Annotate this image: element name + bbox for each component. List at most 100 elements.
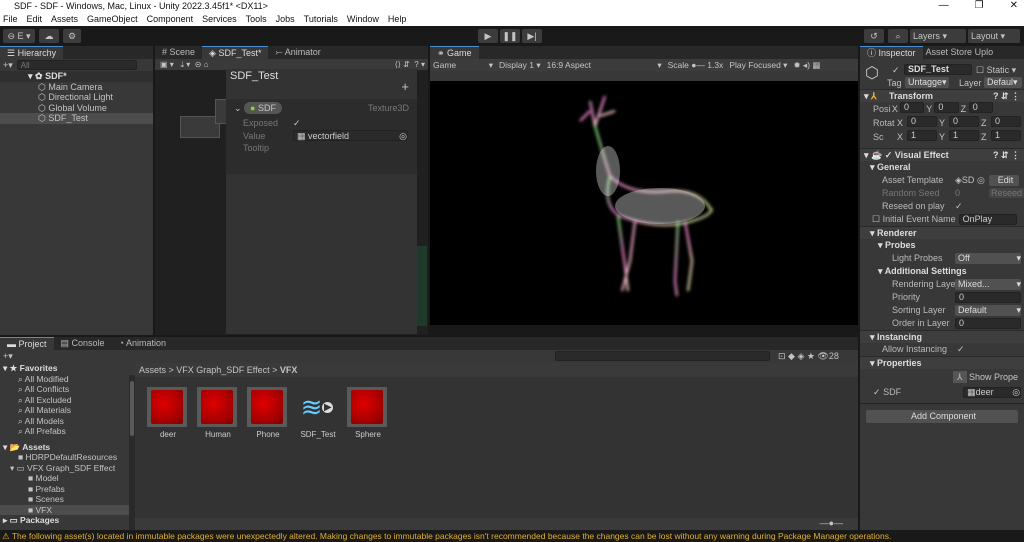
minimize-button[interactable]: —	[939, 0, 949, 12]
menu-services[interactable]: Services	[202, 12, 237, 26]
folder-item[interactable]: ■ Prefabs	[0, 484, 129, 495]
compile-icon[interactable]: ⤓ ▾	[180, 60, 190, 69]
hierarchy-item[interactable]: ⬡ Main Camera	[0, 82, 153, 93]
graph-node[interactable]	[180, 116, 220, 138]
layout-dropdown[interactable]: Layout ▾	[968, 29, 1020, 43]
reseed-button[interactable]: Reseed	[989, 188, 1024, 198]
tab-vfx-graph[interactable]: ◈ SDF_Test*	[202, 46, 268, 59]
scene-root[interactable]: ▾ ✿ SDF*	[0, 71, 153, 82]
sdf-property-field[interactable]: ▦deer◎	[963, 387, 1021, 398]
static-toggle[interactable]: ☐ Static ▾	[976, 65, 1016, 76]
menu-assets[interactable]: Assets	[51, 12, 78, 26]
history-icon[interactable]: ↺	[864, 29, 884, 43]
play-button[interactable]: ▶	[478, 29, 498, 43]
object-picker-icon[interactable]: ◎	[1012, 388, 1020, 397]
value-field[interactable]: ▦ vectorfield◎	[293, 130, 408, 141]
hierarchy-item[interactable]: ⬡ SDF_Test	[0, 113, 153, 124]
additional-settings-foldout[interactable]: ▾ Additional Settings	[860, 265, 1024, 278]
menu-component[interactable]: Component	[147, 12, 194, 26]
link-icon[interactable]: ⊝ ⌂	[195, 60, 209, 69]
properties-foldout[interactable]: ▾ Properties	[860, 356, 1024, 369]
menu-gameobject[interactable]: GameObject	[87, 12, 138, 26]
game-mode-dropdown[interactable]: Game ▾	[433, 59, 493, 71]
breadcrumb-item[interactable]: VFX	[280, 365, 298, 375]
transform-y-field[interactable]: 0	[934, 102, 958, 113]
asset-item[interactable]: Phone	[247, 387, 289, 439]
maximize-button[interactable]: ❐	[975, 0, 984, 12]
favorite-item[interactable]: ⌕ All Materials	[0, 405, 129, 416]
tab-game[interactable]: ⚭ Game	[430, 46, 479, 59]
folder-item[interactable]: ■ HDRPDefaultResources	[0, 452, 129, 463]
project-search-input[interactable]	[555, 351, 770, 361]
account-dropdown[interactable]: ⊖ E ▾	[3, 29, 35, 43]
save-icon[interactable]: ▣ ▾	[160, 60, 174, 69]
tab-asset-store[interactable]: Asset Store Uplo	[923, 46, 997, 59]
transform-x-field[interactable]: 0	[907, 116, 937, 127]
filter-icons[interactable]: ⊡ ◆ ◈ ★ 👁28	[778, 350, 839, 362]
eye-icon[interactable]: 👁	[817, 351, 828, 361]
light-probes-dropdown[interactable]: Off▾	[955, 253, 1021, 264]
sorting-layer-dropdown[interactable]: Default▾	[955, 305, 1021, 316]
layers-dropdown[interactable]: Layers ▾	[910, 29, 966, 43]
search-icon[interactable]: ⌕	[888, 29, 908, 43]
allow-instancing-checkbox[interactable]: ✓	[957, 344, 965, 354]
transform-z-field[interactable]: 0	[969, 102, 993, 113]
folder-item[interactable]: ▾ ▭ VFX Graph_SDF Effect	[0, 463, 129, 474]
general-foldout[interactable]: ▾ General	[860, 161, 1024, 174]
tag-dropdown[interactable]: Untagge▾	[905, 77, 949, 88]
assets-foldout[interactable]: ▾ 📂 Assets	[0, 442, 129, 453]
favorite-item[interactable]: ⌕ All Modified	[0, 374, 129, 385]
initial-event-field[interactable]: OnPlay	[959, 214, 1017, 225]
tab-hierarchy[interactable]: ☰ Hierarchy	[0, 46, 63, 59]
display-dropdown[interactable]: Display 1 ▾	[499, 59, 541, 71]
edit-button[interactable]: Edit	[989, 175, 1019, 186]
random-seed-field[interactable]: 0	[955, 187, 989, 200]
collab-icon[interactable]: ⚙	[63, 29, 81, 43]
menu-jobs[interactable]: Jobs	[276, 12, 295, 26]
icon-size-slider[interactable]: —●—	[820, 518, 843, 528]
tab-animator[interactable]: ⤚ Animator	[268, 46, 327, 59]
aspect-dropdown[interactable]: 16:9 Aspect▾	[547, 59, 662, 71]
play-focused-dropdown[interactable]: Play Focused ▾	[729, 59, 787, 71]
transform-header[interactable]: ▾ ⅄ Transform? ⇵ ⋮	[860, 89, 1024, 102]
favorite-item[interactable]: ⌕ All Models	[0, 416, 129, 427]
folder-item[interactable]: ■ Model	[0, 473, 129, 484]
tab-animation[interactable]: ◔ Animation	[112, 337, 173, 350]
menu-file[interactable]: File	[3, 12, 18, 26]
sdf-override-checkbox[interactable]: ✓	[873, 387, 881, 397]
priority-field[interactable]: 0	[955, 292, 1021, 303]
reseed-on-play-checkbox[interactable]: ✓	[955, 201, 963, 211]
tab-scene[interactable]: # Scene	[155, 46, 202, 59]
add-property-button[interactable]: +	[401, 79, 409, 94]
scale-slider[interactable]: Scale ●— 1.3x	[668, 59, 724, 71]
initial-event-checkbox[interactable]: ☐	[872, 214, 880, 224]
folder-item[interactable]: ■ Scenes	[0, 494, 129, 505]
show-properties-icon[interactable]: ⅄	[953, 371, 967, 383]
transform-x-field[interactable]: 0	[900, 102, 924, 113]
renderer-foldout[interactable]: ▾ Renderer	[860, 226, 1024, 239]
favorite-item[interactable]: ⌕ All Excluded	[0, 395, 129, 406]
tab-project[interactable]: ▬ Project	[0, 337, 54, 350]
object-picker-icon[interactable]: ◎	[399, 131, 407, 141]
breadcrumb-item[interactable]: Assets	[139, 365, 166, 375]
asset-item[interactable]: ≋▶SDF_Test	[297, 387, 339, 439]
transform-z-field[interactable]: 0	[991, 116, 1021, 127]
packages-foldout[interactable]: ▸ ▭ Packages	[0, 515, 129, 526]
cloud-icon[interactable]: ☁	[39, 29, 59, 43]
asset-item[interactable]: Sphere	[347, 387, 389, 439]
asset-template-field[interactable]: ◈SD ◎	[955, 174, 989, 187]
menu-edit[interactable]: Edit	[27, 12, 43, 26]
add-icon[interactable]: +▾	[3, 60, 13, 71]
status-message[interactable]: The following asset(s) located in immuta…	[12, 531, 892, 541]
menu-help[interactable]: Help	[388, 12, 407, 26]
transform-x-field[interactable]: 1	[907, 130, 937, 141]
show-properties-button[interactable]: Show Prope	[969, 372, 1018, 382]
close-button[interactable]: ✕	[1010, 0, 1018, 12]
tab-console[interactable]: ▤ Console	[54, 337, 112, 350]
transform-y-field[interactable]: 0	[949, 116, 979, 127]
visual-effect-header[interactable]: ▾ ☕ ✓ Visual Effect? ⇵ ⋮	[860, 148, 1024, 161]
probes-foldout[interactable]: ▾ Probes	[860, 239, 1024, 252]
transform-z-field[interactable]: 1	[991, 130, 1021, 141]
exposed-checkbox[interactable]: ✓	[293, 118, 301, 128]
hierarchy-search-input[interactable]: All	[17, 60, 137, 70]
